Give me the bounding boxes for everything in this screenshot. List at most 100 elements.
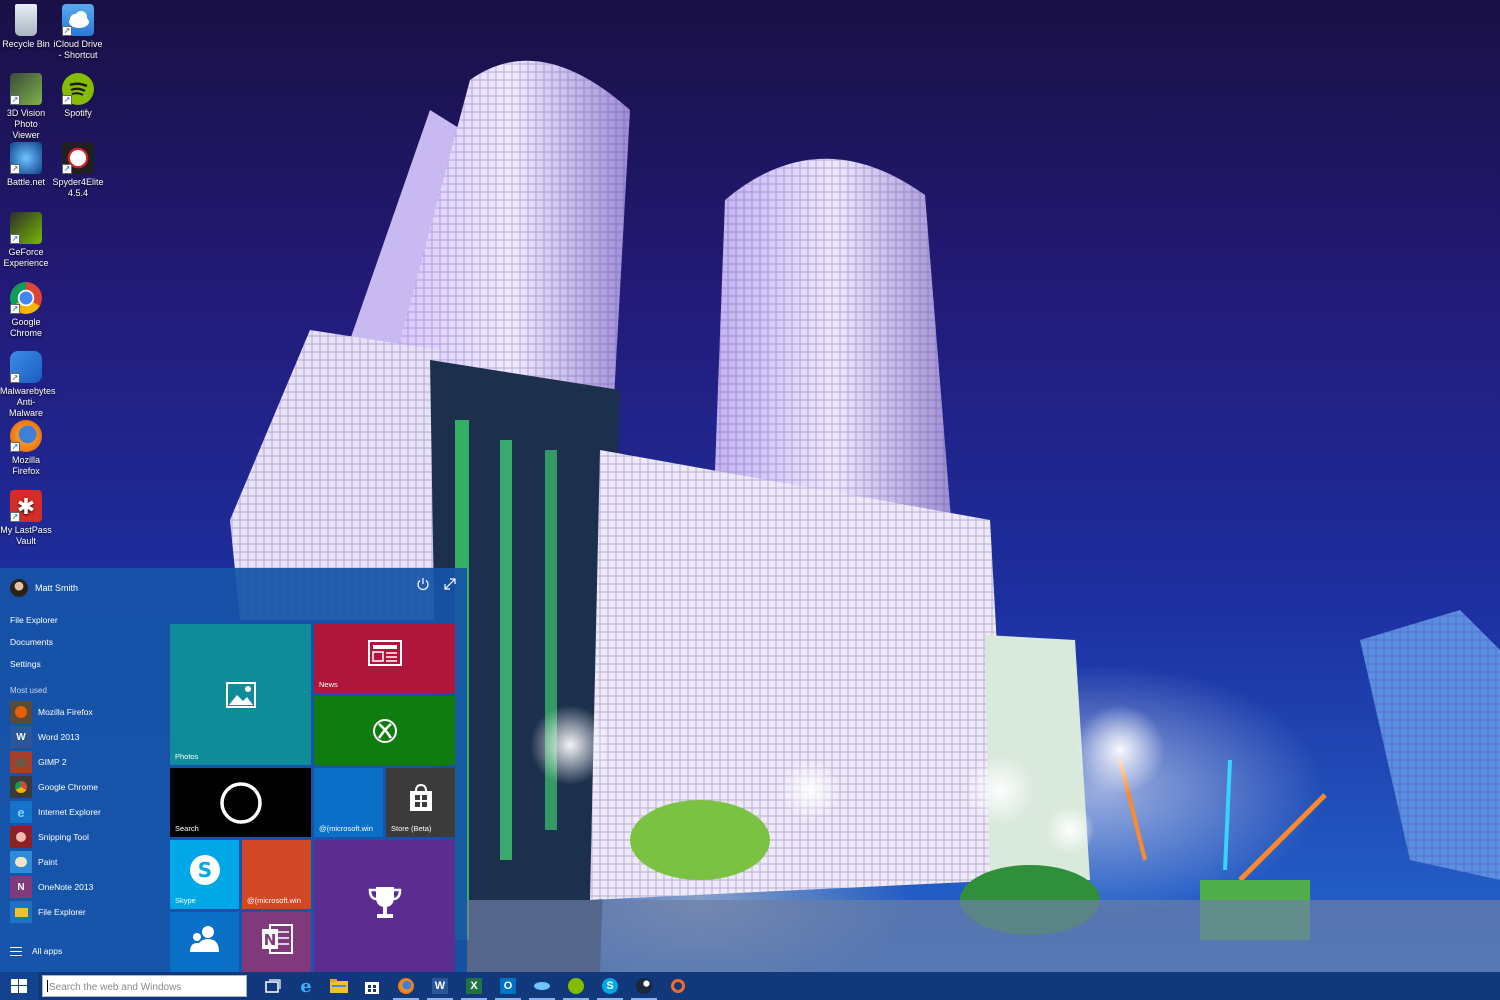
expand-start-button[interactable] xyxy=(443,577,457,591)
start-menu: Matt Smith File Explorer Documents Setti… xyxy=(0,568,467,972)
battlenet-icon xyxy=(534,982,550,990)
most-used-header: Most used xyxy=(10,686,47,695)
most-used-label: Snipping Tool xyxy=(38,832,89,842)
tile-xbox[interactable] xyxy=(314,696,455,765)
desktop-icon-battlenet[interactable]: ↗ Battle.net xyxy=(0,142,52,188)
desktop-icon-lastpass[interactable]: ✱ ↗ My LastPass Vault xyxy=(0,490,52,547)
desktop-icon-label: Spyder4Elite 4.5.4 xyxy=(52,177,104,198)
taskbar-outlook[interactable]: O xyxy=(491,972,525,1000)
desktop-icon-spotify[interactable]: ↗ Spotify xyxy=(52,73,104,119)
gimp-icon xyxy=(10,751,32,773)
ie-icon: e xyxy=(10,801,32,823)
tile-photos[interactable]: Photos xyxy=(170,624,311,765)
avatar xyxy=(10,579,28,597)
user-account-button[interactable]: Matt Smith xyxy=(10,579,78,597)
desktop-icon-label: GeForce Experience xyxy=(3,247,49,268)
most-used-item-word[interactable]: W Word 2013 xyxy=(10,726,79,748)
desktop-icon-firefox[interactable]: ↗ Mozilla Firefox xyxy=(0,420,52,477)
tile-label: Search xyxy=(175,824,199,833)
start-place-documents[interactable]: Documents xyxy=(10,637,53,647)
snipping-tool-icon xyxy=(10,826,32,848)
tile-label: Store (Beta) xyxy=(391,824,432,833)
desktop-icon-geforce[interactable]: ↗ GeForce Experience xyxy=(0,212,52,269)
most-used-item-snipping-tool[interactable]: Snipping Tool xyxy=(10,826,89,848)
power-icon xyxy=(417,578,429,591)
taskbar-file-explorer[interactable] xyxy=(322,972,356,1000)
desktop-icon-icloud[interactable]: ↗ iCloud Drive - Shortcut xyxy=(52,4,104,61)
photos-icon xyxy=(225,681,256,708)
power-button[interactable] xyxy=(416,577,430,591)
task-view-icon xyxy=(265,979,281,993)
taskbar-internet-explorer[interactable]: e xyxy=(289,972,323,1000)
desktop-icon-label: Battle.net xyxy=(6,177,46,187)
taskbar-steam[interactable] xyxy=(627,972,661,1000)
battlenet-icon: ↗ xyxy=(10,142,42,174)
expand-icon xyxy=(444,578,456,590)
desktop-icon-malwarebytes[interactable]: ↗ Malwarebytes Anti-Malware xyxy=(0,351,56,419)
taskbar-battlenet[interactable] xyxy=(525,972,559,1000)
desktop-icon-chrome[interactable]: ↗ Google Chrome xyxy=(0,282,52,339)
most-used-item-internet-explorer[interactable]: e Internet Explorer xyxy=(10,801,101,823)
taskbar-store[interactable] xyxy=(355,972,389,1000)
tile-skype[interactable]: S Skype xyxy=(170,840,239,909)
tile-calendar[interactable]: @{microsoft.win xyxy=(242,840,311,909)
most-used-item-onenote[interactable]: N OneNote 2013 xyxy=(10,876,93,898)
tile-onenote[interactable]: N xyxy=(242,912,311,972)
most-used-item-gimp[interactable]: GIMP 2 xyxy=(10,751,67,773)
svg-text:N: N xyxy=(263,931,276,949)
most-used-label: Word 2013 xyxy=(38,732,80,742)
list-icon xyxy=(10,946,22,956)
excel-icon: X xyxy=(466,978,482,994)
firefox-icon: ↗ xyxy=(10,420,42,452)
tile-achievements[interactable] xyxy=(314,840,455,972)
file-explorer-icon xyxy=(330,979,348,993)
tile-mail[interactable]: @{microsoft.win xyxy=(314,768,383,837)
most-used-label: Mozilla Firefox xyxy=(38,707,93,717)
taskbar-search-input[interactable]: Search the web and Windows xyxy=(42,975,247,997)
all-apps-button[interactable]: All apps xyxy=(10,946,62,956)
desktop-icon-label: Spotify xyxy=(64,108,92,118)
start-place-settings[interactable]: Settings xyxy=(10,659,41,669)
tile-people[interactable] xyxy=(170,912,239,972)
skype-icon: S xyxy=(189,855,220,886)
desktop-icon-label: My LastPass Vault xyxy=(0,525,52,546)
start-button[interactable] xyxy=(0,972,38,1000)
desktop-icon-spyder[interactable]: ↗ Spyder4Elite 4.5.4 xyxy=(52,142,104,199)
desktop-icon-recycle-bin[interactable]: Recycle Bin xyxy=(0,4,52,50)
desktop-icon-label: Recycle Bin xyxy=(2,39,50,49)
desktop-icon-label: 3D Vision Photo Viewer xyxy=(6,108,46,140)
cortana-icon xyxy=(219,781,262,824)
text-caret xyxy=(47,980,48,992)
shortcut-arrow-icon: ↗ xyxy=(62,26,72,36)
search-placeholder: Search the web and Windows xyxy=(49,982,182,993)
tile-store[interactable]: Store (Beta) xyxy=(386,768,455,837)
paint-icon xyxy=(10,851,32,873)
shortcut-arrow-icon: ↗ xyxy=(62,95,72,105)
start-place-file-explorer[interactable]: File Explorer xyxy=(10,615,58,625)
steam-icon xyxy=(636,978,652,994)
taskbar-task-view[interactable] xyxy=(256,972,290,1000)
most-used-label: Paint xyxy=(38,857,58,867)
tile-search[interactable]: Search xyxy=(170,768,311,837)
tile-label: Skype xyxy=(175,896,196,905)
taskbar-word[interactable]: W xyxy=(423,972,457,1000)
most-used-item-paint[interactable]: Paint xyxy=(10,851,57,873)
desktop-icon-3d-vision[interactable]: ↗ 3D Vision Photo Viewer xyxy=(0,73,52,141)
taskbar-origin[interactable] xyxy=(661,972,695,1000)
taskbar-spotify[interactable] xyxy=(559,972,593,1000)
firefox-icon xyxy=(398,978,414,994)
skype-icon: S xyxy=(602,978,618,994)
tile-news[interactable]: News xyxy=(314,624,455,693)
taskbar-firefox[interactable] xyxy=(389,972,423,1000)
most-used-item-file-explorer[interactable]: File Explorer xyxy=(10,901,86,923)
most-used-item-chrome[interactable]: Google Chrome xyxy=(10,776,98,798)
tile-label: News xyxy=(319,680,338,689)
desktop-icon-label: Mozilla Firefox xyxy=(11,455,40,476)
store-icon xyxy=(409,784,432,812)
geforce-icon: ↗ xyxy=(10,212,42,244)
taskbar-excel[interactable]: X xyxy=(457,972,491,1000)
taskbar-skype[interactable]: S xyxy=(593,972,627,1000)
origin-icon xyxy=(671,979,685,993)
chrome-icon: ↗ xyxy=(10,282,42,314)
most-used-item-firefox[interactable]: Mozilla Firefox xyxy=(10,701,93,723)
